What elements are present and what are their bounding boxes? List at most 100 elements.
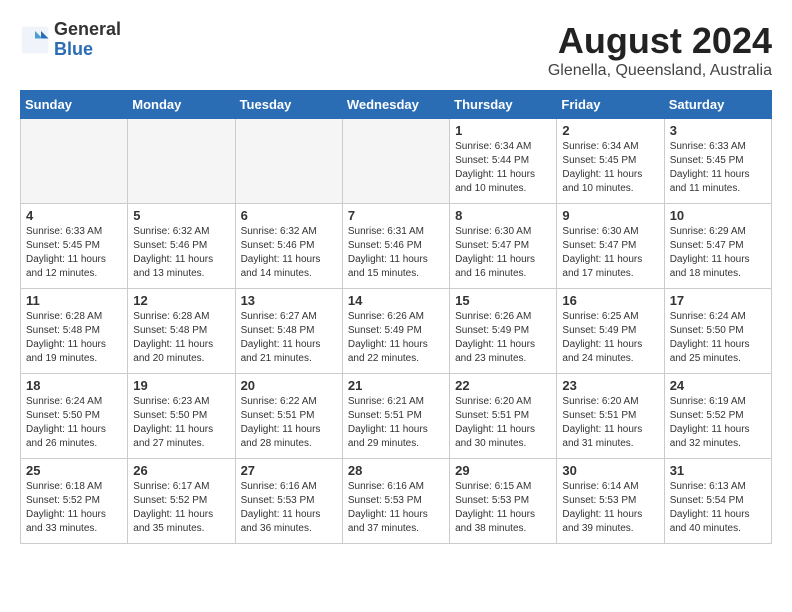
- month-year: August 2024: [548, 20, 772, 62]
- calendar-cell: 9 Sunrise: 6:30 AM Sunset: 5:47 PM Daylig…: [557, 204, 664, 289]
- weekday-header: Thursday: [450, 91, 557, 119]
- cell-info: Sunrise: 6:29 AM Sunset: 5:47 PM Dayligh…: [670, 225, 766, 281]
- logo-general: General: [54, 19, 121, 39]
- weekday-header: Monday: [128, 91, 235, 119]
- calendar-cell: 15 Sunrise: 6:26 AM Sunset: 5:49 PM Dayli…: [450, 289, 557, 374]
- cell-info: Sunrise: 6:28 AM Sunset: 5:48 PM Dayligh…: [26, 310, 122, 366]
- logo: General Blue: [20, 20, 121, 60]
- day-number: 6: [241, 208, 337, 223]
- day-number: 4: [26, 208, 122, 223]
- calendar-cell: 8 Sunrise: 6:30 AM Sunset: 5:47 PM Daylig…: [450, 204, 557, 289]
- calendar-cell: 18 Sunrise: 6:24 AM Sunset: 5:50 PM Dayli…: [21, 374, 128, 459]
- calendar-cell: 1Sunrise: 6:34 AM Sunset: 5:44 PM Daylig…: [450, 119, 557, 204]
- calendar-week-row: 1Sunrise: 6:34 AM Sunset: 5:44 PM Daylig…: [21, 119, 772, 204]
- calendar-cell: 2 Sunrise: 6:34 AM Sunset: 5:45 PM Daylig…: [557, 119, 664, 204]
- day-number: 2: [562, 123, 658, 138]
- calendar-cell: 11 Sunrise: 6:28 AM Sunset: 5:48 PM Dayli…: [21, 289, 128, 374]
- calendar-cell: 13Sunrise: 6:27 AM Sunset: 5:48 PM Dayli…: [235, 289, 342, 374]
- calendar-cell: 26Sunrise: 6:17 AM Sunset: 5:52 PM Dayli…: [128, 459, 235, 544]
- day-number: 10: [670, 208, 766, 223]
- logo-blue: Blue: [54, 39, 93, 59]
- day-number: 11: [26, 293, 122, 308]
- cell-info: Sunrise: 6:22 AM Sunset: 5:51 PM Dayligh…: [241, 395, 337, 451]
- weekday-header: Sunday: [21, 91, 128, 119]
- calendar-cell: 14 Sunrise: 6:26 AM Sunset: 5:49 PM Dayli…: [342, 289, 449, 374]
- day-number: 3: [670, 123, 766, 138]
- day-number: 29: [455, 463, 551, 478]
- cell-info: Sunrise: 6:34 AM Sunset: 5:45 PM Dayligh…: [562, 140, 658, 196]
- cell-info: Sunrise: 6:28 AM Sunset: 5:48 PM Dayligh…: [133, 310, 229, 366]
- cell-info: Sunrise: 6:18 AM Sunset: 5:52 PM Dayligh…: [26, 480, 122, 536]
- calendar-cell: 22Sunrise: 6:20 AM Sunset: 5:51 PM Dayli…: [450, 374, 557, 459]
- day-number: 17: [670, 293, 766, 308]
- cell-info: Sunrise: 6:24 AM Sunset: 5:50 PM Dayligh…: [26, 395, 122, 451]
- calendar-cell: [21, 119, 128, 204]
- day-number: 20: [241, 378, 337, 393]
- calendar-cell: 16 Sunrise: 6:25 AM Sunset: 5:49 PM Dayli…: [557, 289, 664, 374]
- calendar-cell: 6 Sunrise: 6:32 AM Sunset: 5:46 PM Daylig…: [235, 204, 342, 289]
- day-number: 24: [670, 378, 766, 393]
- calendar-week-row: 4 Sunrise: 6:33 AM Sunset: 5:45 PM Daylig…: [21, 204, 772, 289]
- calendar-cell: [235, 119, 342, 204]
- calendar-cell: [342, 119, 449, 204]
- day-number: 28: [348, 463, 444, 478]
- cell-info: Sunrise: 6:14 AM Sunset: 5:53 PM Dayligh…: [562, 480, 658, 536]
- day-number: 23: [562, 378, 658, 393]
- weekday-header: Friday: [557, 91, 664, 119]
- cell-info: Sunrise: 6:16 AM Sunset: 5:53 PM Dayligh…: [348, 480, 444, 536]
- calendar-cell: 5 Sunrise: 6:32 AM Sunset: 5:46 PM Daylig…: [128, 204, 235, 289]
- cell-info: Sunrise: 6:32 AM Sunset: 5:46 PM Dayligh…: [241, 225, 337, 281]
- cell-info: Sunrise: 6:33 AM Sunset: 5:45 PM Dayligh…: [26, 225, 122, 281]
- day-number: 25: [26, 463, 122, 478]
- calendar-week-row: 25 Sunrise: 6:18 AM Sunset: 5:52 PM Dayli…: [21, 459, 772, 544]
- calendar-cell: 7 Sunrise: 6:31 AM Sunset: 5:46 PM Daylig…: [342, 204, 449, 289]
- calendar-cell: 24Sunrise: 6:19 AM Sunset: 5:52 PM Dayli…: [664, 374, 771, 459]
- cell-info: Sunrise: 6:30 AM Sunset: 5:47 PM Dayligh…: [562, 225, 658, 281]
- weekday-header: Wednesday: [342, 91, 449, 119]
- day-number: 19: [133, 378, 229, 393]
- calendar-cell: 21 Sunrise: 6:21 AM Sunset: 5:51 PM Dayli…: [342, 374, 449, 459]
- day-number: 16: [562, 293, 658, 308]
- day-number: 12: [133, 293, 229, 308]
- calendar-cell: 31Sunrise: 6:13 AM Sunset: 5:54 PM Dayli…: [664, 459, 771, 544]
- cell-info: Sunrise: 6:21 AM Sunset: 5:51 PM Dayligh…: [348, 395, 444, 451]
- calendar-week-row: 11 Sunrise: 6:28 AM Sunset: 5:48 PM Dayli…: [21, 289, 772, 374]
- calendar-cell: 3Sunrise: 6:33 AM Sunset: 5:45 PM Daylig…: [664, 119, 771, 204]
- cell-info: Sunrise: 6:32 AM Sunset: 5:46 PM Dayligh…: [133, 225, 229, 281]
- day-number: 1: [455, 123, 551, 138]
- cell-info: Sunrise: 6:20 AM Sunset: 5:51 PM Dayligh…: [562, 395, 658, 451]
- weekday-header-row: SundayMondayTuesdayWednesdayThursdayFrid…: [21, 91, 772, 119]
- day-number: 21: [348, 378, 444, 393]
- logo-icon: [20, 25, 50, 55]
- cell-info: Sunrise: 6:26 AM Sunset: 5:49 PM Dayligh…: [455, 310, 551, 366]
- weekday-header: Saturday: [664, 91, 771, 119]
- location: Glenella, Queensland, Australia: [548, 62, 772, 80]
- day-number: 7: [348, 208, 444, 223]
- day-number: 9: [562, 208, 658, 223]
- calendar-cell: 30Sunrise: 6:14 AM Sunset: 5:53 PM Dayli…: [557, 459, 664, 544]
- cell-info: Sunrise: 6:30 AM Sunset: 5:47 PM Dayligh…: [455, 225, 551, 281]
- cell-info: Sunrise: 6:20 AM Sunset: 5:51 PM Dayligh…: [455, 395, 551, 451]
- calendar-cell: 27Sunrise: 6:16 AM Sunset: 5:53 PM Dayli…: [235, 459, 342, 544]
- day-number: 8: [455, 208, 551, 223]
- cell-info: Sunrise: 6:26 AM Sunset: 5:49 PM Dayligh…: [348, 310, 444, 366]
- cell-info: Sunrise: 6:25 AM Sunset: 5:49 PM Dayligh…: [562, 310, 658, 366]
- cell-info: Sunrise: 6:27 AM Sunset: 5:48 PM Dayligh…: [241, 310, 337, 366]
- title-block: August 2024 Glenella, Queensland, Austra…: [548, 20, 772, 80]
- calendar-cell: 20 Sunrise: 6:22 AM Sunset: 5:51 PM Dayli…: [235, 374, 342, 459]
- cell-info: Sunrise: 6:31 AM Sunset: 5:46 PM Dayligh…: [348, 225, 444, 281]
- day-number: 5: [133, 208, 229, 223]
- calendar-cell: 23 Sunrise: 6:20 AM Sunset: 5:51 PM Dayli…: [557, 374, 664, 459]
- calendar-week-row: 18 Sunrise: 6:24 AM Sunset: 5:50 PM Dayli…: [21, 374, 772, 459]
- calendar-table: SundayMondayTuesdayWednesdayThursdayFrid…: [20, 90, 772, 544]
- day-number: 26: [133, 463, 229, 478]
- calendar-cell: [128, 119, 235, 204]
- day-number: 14: [348, 293, 444, 308]
- cell-info: Sunrise: 6:15 AM Sunset: 5:53 PM Dayligh…: [455, 480, 551, 536]
- logo-text: General Blue: [54, 20, 121, 60]
- calendar-cell: 10 Sunrise: 6:29 AM Sunset: 5:47 PM Dayli…: [664, 204, 771, 289]
- calendar-cell: 29 Sunrise: 6:15 AM Sunset: 5:53 PM Dayli…: [450, 459, 557, 544]
- day-number: 15: [455, 293, 551, 308]
- day-number: 18: [26, 378, 122, 393]
- cell-info: Sunrise: 6:23 AM Sunset: 5:50 PM Dayligh…: [133, 395, 229, 451]
